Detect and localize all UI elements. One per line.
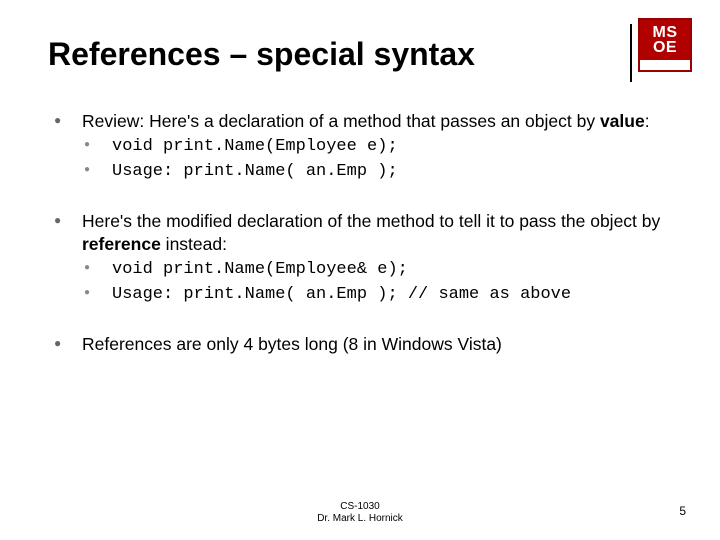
logo-base	[640, 60, 690, 70]
bullet-1-pre: Review: Here's a declaration of a method…	[82, 111, 600, 131]
logo-text: MS OE	[640, 20, 690, 60]
slide-title: References – special syntax	[48, 36, 475, 73]
bullet-2-pre: Here's the modified declaration of the m…	[82, 211, 660, 231]
logo-line-2: OE	[653, 40, 677, 55]
bullet-1-sub-1: void print.Name(Employee e);	[82, 136, 690, 159]
footer-course: CS-1030	[0, 501, 720, 513]
bullet-2-bold: reference	[82, 234, 161, 254]
page-number: 5	[679, 504, 686, 518]
bullet-1-sub-2: Usage: print.Name( an.Emp );	[82, 161, 690, 184]
slide-content: Review: Here's a declaration of a method…	[52, 110, 690, 382]
logo-line-1: MS	[653, 25, 678, 40]
bullet-1: Review: Here's a declaration of a method…	[52, 110, 690, 184]
msoe-logo: MS OE	[638, 18, 692, 72]
slide-footer: CS-1030 Dr. Mark L. Hornick	[0, 501, 720, 525]
bullet-3: References are only 4 bytes long (8 in W…	[52, 333, 690, 357]
bullet-2: Here's the modified declaration of the m…	[52, 210, 690, 307]
bullet-2-sub-2: Usage: print.Name( an.Emp ); // same as …	[82, 284, 690, 307]
bullet-1-bold: value	[600, 111, 645, 131]
vertical-separator	[630, 24, 632, 82]
footer-instructor: Dr. Mark L. Hornick	[0, 513, 720, 525]
bullet-2-sub-1: void print.Name(Employee& e);	[82, 259, 690, 282]
bullet-1-post: :	[645, 111, 650, 131]
slide: MS OE References – special syntax Review…	[0, 0, 720, 540]
bullet-3-text: References are only 4 bytes long (8 in W…	[82, 334, 502, 354]
bullet-2-post: instead:	[161, 234, 227, 254]
